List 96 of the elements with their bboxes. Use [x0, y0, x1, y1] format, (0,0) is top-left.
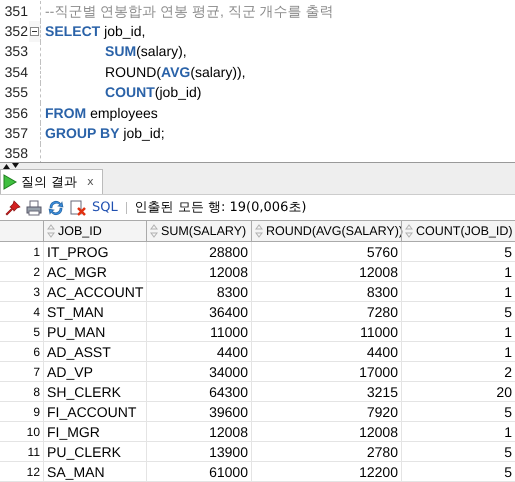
table-cell: ST_MAN: [43, 302, 146, 321]
table-cell: 5760: [251, 242, 401, 261]
column-header[interactable]: SUM(SALARY): [146, 221, 251, 241]
table-cell: 17000: [251, 362, 401, 381]
table-cell: 4400: [146, 342, 251, 361]
fetch-status: 인출된 모든 행: 19(0,006초): [134, 198, 306, 217]
sort-icon: [405, 224, 413, 238]
table-cell: FI_MGR: [43, 422, 146, 441]
table-cell: 7280: [251, 302, 401, 321]
sort-icon: [255, 224, 263, 238]
code-line: SELECT job_id,: [45, 22, 146, 42]
table-cell: SA_MAN: [43, 462, 146, 481]
code-line: FROM employees: [45, 104, 158, 123]
row-number: 8: [32, 384, 41, 401]
pin-icon[interactable]: [5, 200, 21, 216]
table-cell: PU_CLERK: [43, 442, 146, 461]
line-number: 357: [4, 124, 28, 144]
table-cell: 1: [401, 322, 515, 341]
table-cell: 2780: [251, 442, 401, 461]
row-number: 3: [32, 284, 41, 301]
table-cell: SH_CLERK: [43, 382, 146, 401]
table-cell: AC_MGR: [43, 262, 146, 281]
row-number: 12: [26, 464, 41, 481]
table-cell: IT_PROG: [43, 242, 146, 261]
table-cell: AD_VP: [43, 362, 146, 381]
line-number: 358: [4, 144, 28, 162]
table-cell: 1: [401, 422, 515, 441]
table-cell: 12008: [146, 262, 251, 281]
table-cell: 12008: [251, 422, 401, 441]
table-cell: PU_MAN: [43, 322, 146, 341]
cancel-export-icon[interactable]: [70, 200, 87, 216]
refresh-icon[interactable]: [47, 200, 65, 216]
code-line: --직군별 연봉합과 연봉 평균, 직군 개수를 출력: [45, 2, 334, 21]
table-cell: AD_ASST: [43, 342, 146, 361]
table-cell: 28800: [146, 242, 251, 261]
row-number: 11: [26, 444, 41, 461]
table-cell: 64300: [146, 382, 251, 401]
table-cell: FI_ACCOUNT: [43, 402, 146, 421]
line-number: 351: [4, 2, 28, 21]
table-cell: 5: [401, 242, 515, 261]
column-header[interactable]: COUNT(JOB_ID): [401, 221, 515, 241]
collapse-icon[interactable]: [30, 27, 39, 36]
table-cell: 12200: [251, 462, 401, 481]
table-cell: 39600: [146, 402, 251, 421]
table-cell: AC_ACCOUNT: [43, 282, 146, 301]
line-number: 354: [4, 62, 28, 82]
code-line: ROUND(AVG(salary)),: [104, 62, 246, 82]
sort-icon: [150, 224, 158, 238]
row-number: 6: [32, 344, 41, 361]
row-number: 4: [32, 304, 41, 321]
table-cell: 3215: [251, 382, 401, 401]
code-line: SUM(salary),: [104, 42, 187, 62]
table-cell: 13900: [146, 442, 251, 461]
table-cell: 11000: [251, 322, 401, 341]
splitter-arrows-icon[interactable]: [2, 163, 20, 170]
line-number: 353: [4, 42, 28, 62]
table-cell: 1: [401, 262, 515, 281]
table-cell: 4400: [251, 342, 401, 361]
code-line: COUNT(job_id): [104, 83, 202, 102]
table-cell: 12008: [146, 422, 251, 441]
print-icon[interactable]: [26, 200, 42, 216]
table-cell: 1: [401, 342, 515, 361]
table-cell: 2: [401, 362, 515, 381]
column-header[interactable]: ROUND(AVG(SALARY)): [251, 221, 401, 241]
sort-icon: [47, 224, 55, 238]
table-cell: 12008: [251, 262, 401, 281]
line-number: 355: [4, 83, 28, 102]
table-cell: 8300: [251, 282, 401, 301]
row-number: 5: [32, 324, 41, 341]
row-number: 9: [32, 404, 41, 421]
row-number: 1: [32, 244, 41, 261]
tab-label: 질의 결과: [21, 174, 78, 192]
row-number: 2: [32, 264, 41, 281]
code-line: GROUP BY job_id;: [45, 124, 165, 144]
table-cell: 34000: [146, 362, 251, 381]
table-cell: 36400: [146, 302, 251, 321]
sql-link[interactable]: SQL: [92, 198, 118, 218]
table-cell: 5: [401, 462, 515, 481]
tab-close-button[interactable]: x: [87, 174, 94, 191]
table-cell: 5: [401, 402, 515, 421]
row-number: 10: [26, 424, 41, 441]
table-cell: 7920: [251, 402, 401, 421]
row-number: 7: [32, 364, 41, 381]
code-editor[interactable]: 351 --직군별 연봉합과 연봉 평균, 직군 개수를 출력 352 SELECT job_id, 353 SUM(salary), 354 ROUND(AVG(salary)), 355 COUNT(job_id) 356 FROM employees 357 GROUP BY job_id; 358: [0, 0, 515, 162]
table-cell: 11000: [146, 322, 251, 341]
table-cell: 5: [401, 302, 515, 321]
query-result-tab[interactable]: 질의 결과 x: [0, 169, 103, 194]
table-cell: 8300: [146, 282, 251, 301]
line-number: 352: [4, 22, 28, 42]
table-cell: 5: [401, 442, 515, 461]
table-cell: 20: [401, 382, 515, 401]
line-number: 356: [4, 104, 28, 123]
table-cell: 1: [401, 282, 515, 301]
play-icon: [3, 174, 17, 190]
table-cell: 61000: [146, 462, 251, 481]
column-header[interactable]: JOB_ID: [43, 221, 146, 241]
